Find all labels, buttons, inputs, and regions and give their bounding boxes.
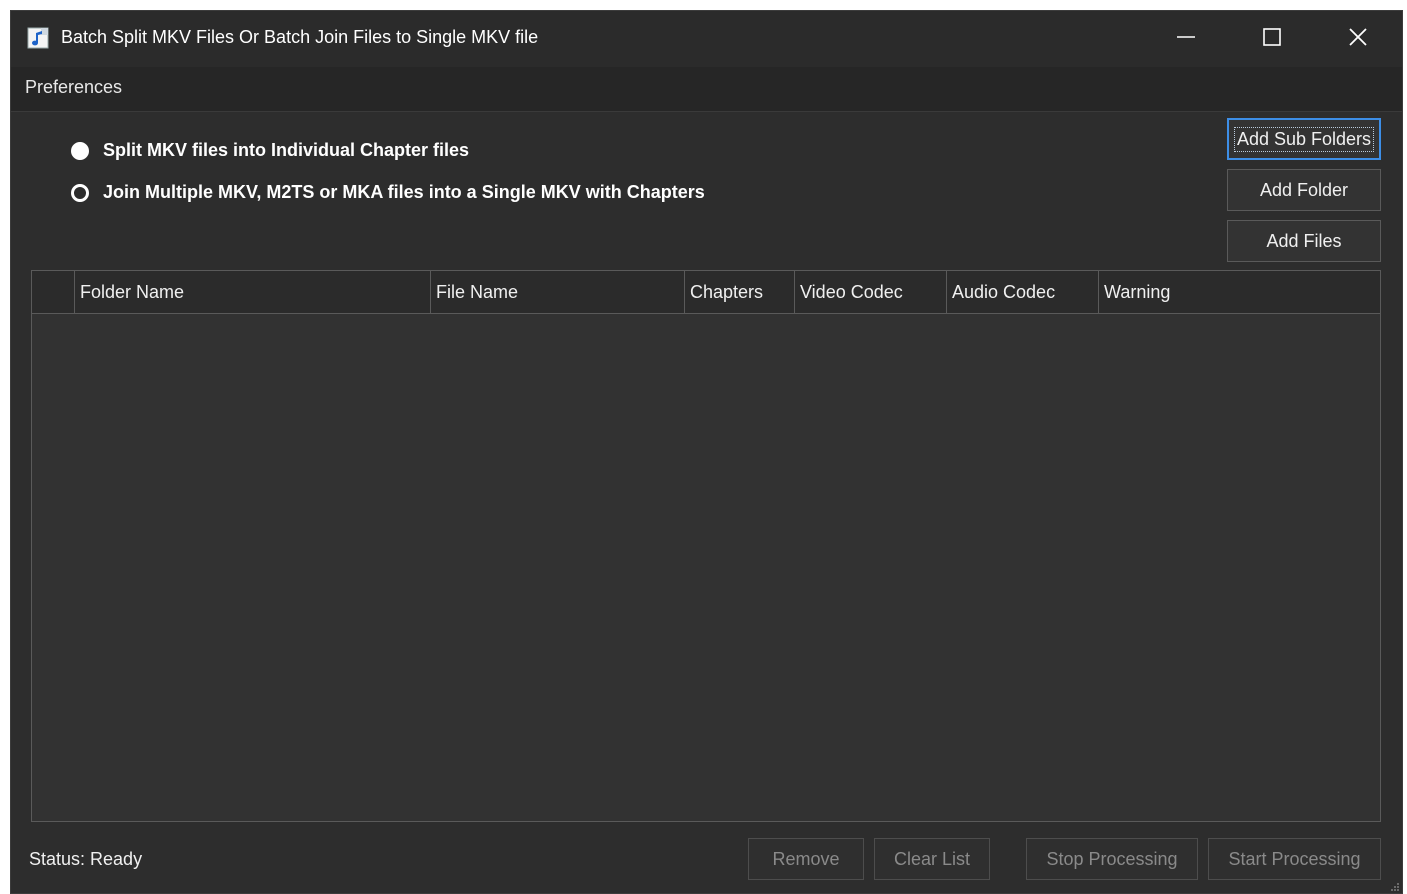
menu-preferences[interactable]: Preferences — [25, 77, 122, 98]
add-sub-folders-button[interactable]: Add Sub Folders — [1227, 118, 1381, 160]
remove-button[interactable]: Remove — [748, 838, 864, 880]
column-header-audio-codec[interactable]: Audio Codec — [946, 271, 1098, 313]
split-mode-label: Split MKV files into Individual Chapter … — [103, 140, 470, 160]
maximize-icon — [1262, 27, 1282, 52]
join-mode-label: Join Multiple MKV, M2TS or MKA files int… — [103, 182, 705, 202]
main-content: Split MKV files into Individual Chapter … — [11, 112, 1402, 893]
clear-list-button[interactable]: Clear List — [874, 838, 990, 880]
split-mode-radio[interactable]: Split MKV files into Individual Chapter … — [71, 140, 469, 161]
file-list[interactable]: Folder Name File Name Chapters Video Cod… — [31, 270, 1381, 822]
close-icon — [1348, 27, 1368, 52]
window-title: Batch Split MKV Files Or Batch Join File… — [61, 27, 539, 47]
music-note-icon — [27, 27, 49, 49]
resize-grip-icon[interactable] — [1388, 879, 1400, 891]
add-files-button[interactable]: Add Files — [1227, 220, 1381, 262]
close-button[interactable] — [1315, 11, 1401, 67]
add-sub-folders-label: Add Sub Folders — [1233, 126, 1375, 152]
maximize-button[interactable] — [1229, 11, 1315, 67]
column-header-file-name[interactable]: File Name — [430, 271, 684, 313]
radio-unchecked-icon[interactable] — [71, 183, 89, 202]
file-list-body[interactable] — [32, 314, 1380, 821]
stop-processing-button[interactable]: Stop Processing — [1026, 838, 1198, 880]
minimize-button[interactable] — [1143, 11, 1229, 67]
join-mode-radio[interactable]: Join Multiple MKV, M2TS or MKA files int… — [71, 182, 705, 203]
minimize-icon — [1176, 27, 1196, 52]
status-text: Status: Ready — [29, 849, 143, 869]
title-bar[interactable]: Batch Split MKV Files Or Batch Join File… — [11, 11, 1402, 67]
column-header-video-codec[interactable]: Video Codec — [794, 271, 946, 313]
column-header-chapters[interactable]: Chapters — [684, 271, 794, 313]
column-header-warning[interactable]: Warning — [1098, 271, 1380, 313]
column-header-checkbox[interactable] — [32, 271, 74, 313]
file-list-header: Folder Name File Name Chapters Video Cod… — [32, 271, 1380, 314]
start-processing-button[interactable]: Start Processing — [1208, 838, 1381, 880]
column-header-folder-name[interactable]: Folder Name — [74, 271, 430, 313]
radio-checked-icon[interactable] — [71, 141, 89, 160]
menu-bar: Preferences — [11, 67, 1402, 112]
app-window: Batch Split MKV Files Or Batch Join File… — [10, 10, 1403, 894]
add-folder-button[interactable]: Add Folder — [1227, 169, 1381, 211]
